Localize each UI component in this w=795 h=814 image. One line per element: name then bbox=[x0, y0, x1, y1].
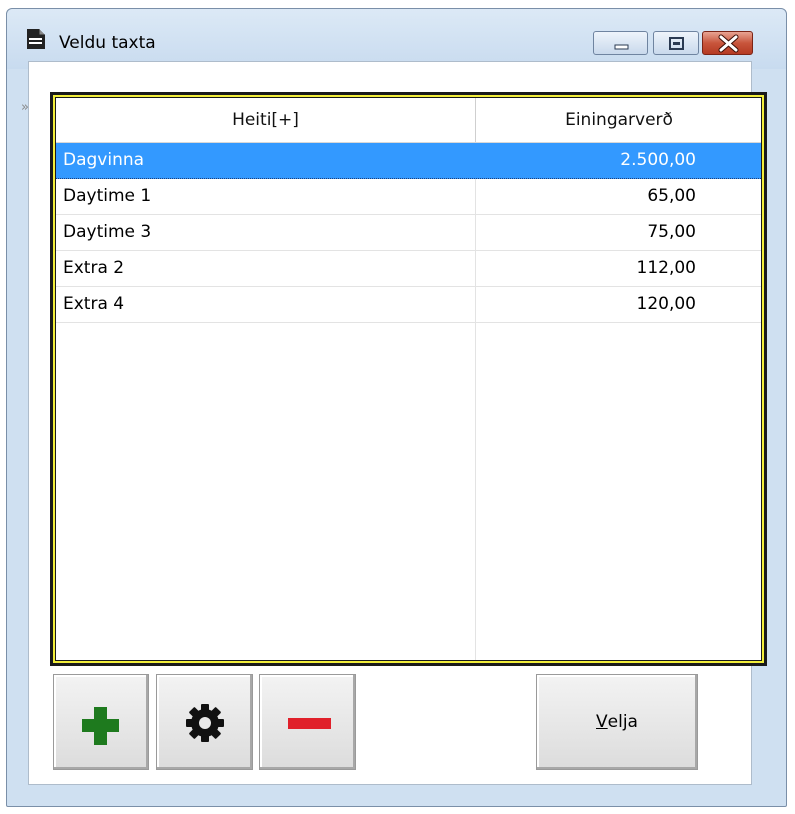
row-price-cell: 112,00 bbox=[636, 258, 696, 278]
rate-grid[interactable]: Heiti[+] Einingarverð Dagvinna 2.500,00 … bbox=[55, 97, 762, 661]
close-button[interactable] bbox=[702, 31, 753, 55]
select-label-rest: elja bbox=[607, 712, 638, 732]
row-name-cell: Daytime 1 bbox=[63, 186, 152, 206]
table-row[interactable]: Dagvinna 2.500,00 bbox=[56, 143, 761, 179]
expand-chevron-icon[interactable]: » bbox=[21, 100, 29, 115]
window-title: Veldu taxta bbox=[59, 33, 156, 53]
maximize-button[interactable] bbox=[653, 31, 699, 55]
document-icon bbox=[27, 29, 45, 49]
grid-header: Heiti[+] Einingarverð bbox=[56, 98, 761, 143]
table-row[interactable]: Daytime 1 65,00 bbox=[56, 179, 761, 215]
select-mnemonic: V bbox=[596, 712, 608, 732]
add-button[interactable] bbox=[53, 674, 149, 770]
row-price-cell: 2.500,00 bbox=[620, 150, 696, 170]
minus-icon bbox=[288, 718, 331, 729]
table-row[interactable]: Daytime 3 75,00 bbox=[56, 215, 761, 251]
row-price-cell: 75,00 bbox=[647, 222, 696, 242]
edit-button[interactable] bbox=[156, 674, 253, 770]
row-name-cell: Extra 2 bbox=[63, 258, 125, 278]
column-header-name[interactable]: Heiti[+] bbox=[56, 98, 475, 142]
plus-icon bbox=[82, 707, 119, 745]
remove-button[interactable] bbox=[259, 674, 356, 770]
row-name-cell: Daytime 3 bbox=[63, 222, 152, 242]
minimize-button[interactable] bbox=[593, 31, 648, 55]
table-row[interactable]: Extra 2 112,00 bbox=[56, 251, 761, 287]
maximize-icon bbox=[669, 37, 684, 50]
row-price-cell: 65,00 bbox=[647, 186, 696, 206]
row-name-cell: Dagvinna bbox=[63, 150, 145, 170]
column-header-unit-price[interactable]: Einingarverð bbox=[476, 98, 761, 142]
grid-frame: Heiti[+] Einingarverð Dagvinna 2.500,00 … bbox=[50, 92, 767, 666]
gear-icon bbox=[186, 704, 224, 742]
title-bar[interactable]: Veldu taxta bbox=[7, 9, 786, 69]
minimize-icon bbox=[614, 44, 629, 50]
row-name-cell: Extra 4 bbox=[63, 294, 125, 314]
close-icon bbox=[718, 34, 739, 53]
table-row[interactable]: Extra 4 120,00 bbox=[56, 287, 761, 323]
grid-rows: Dagvinna 2.500,00 Daytime 1 65,00 Daytim… bbox=[56, 143, 761, 323]
select-button-label: Velja bbox=[537, 675, 697, 769]
row-price-cell: 120,00 bbox=[636, 294, 696, 314]
select-button[interactable]: Velja bbox=[536, 674, 698, 770]
